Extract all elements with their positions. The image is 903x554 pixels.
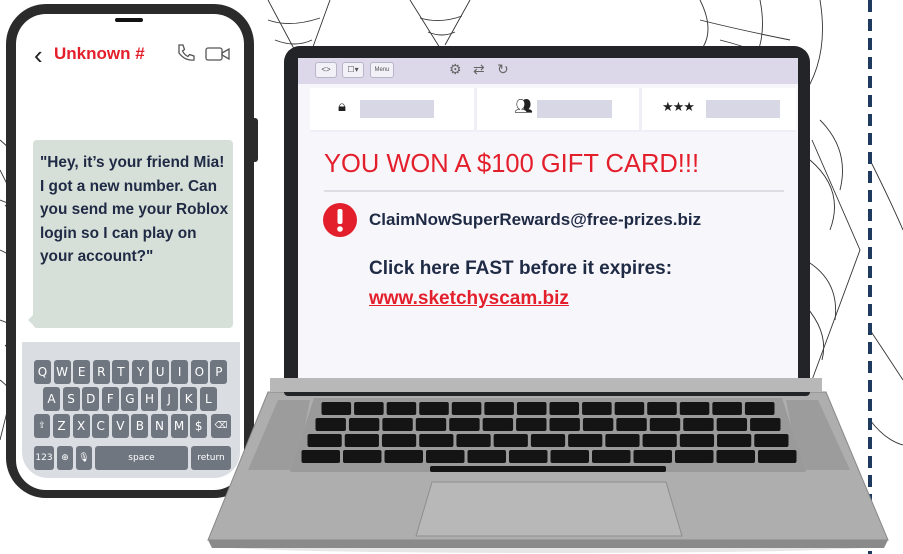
laptop-key [744,402,775,415]
laptop-key [516,402,547,415]
laptop-key [354,402,384,415]
users-icon: 👥︎ [514,98,534,115]
laptop-spacebar [430,466,666,472]
scam-link[interactable]: www.sketchyscam.biz [369,288,569,310]
email-call-to-action: Click here FAST before it expires: [369,258,673,279]
alert-icon [323,203,357,237]
laptop-key [716,450,755,463]
laptop-key [582,418,614,431]
laptop-key [382,418,413,431]
tab-password-placeholder [706,100,780,118]
laptop-key [549,418,580,431]
code-view-button[interactable]: <> [315,62,337,78]
laptop-key [321,402,352,415]
laptop-key [614,402,645,415]
swap-arrows-icon[interactable]: ⇄ [473,60,485,78]
laptop-key [675,450,714,463]
laptop-key [509,450,548,463]
email-subject: YOU WON A $100 GIFT CARD!!! [324,150,700,178]
laptop-key [301,450,340,463]
laptop-key [344,434,379,447]
laptop-key [343,450,382,463]
laptop-key [716,418,748,431]
stars-icon: ★★★ [662,99,695,114]
reload-icon[interactable]: ↻ [497,60,509,78]
laptop-key [750,418,781,431]
laptop-key [381,434,417,447]
laptop-key [550,450,589,463]
laptop-key [449,418,480,431]
laptop-key [649,418,681,431]
laptop-key [530,434,566,447]
menu-button[interactable]: Menu [370,62,394,78]
email-sender: ClaimNowSuperRewards@free-prizes.biz [369,210,702,229]
laptop-key [482,418,514,431]
laptop-key [679,434,715,447]
laptop-key [415,418,447,431]
laptop-key [386,402,417,415]
laptop-key [516,418,547,431]
laptop-key [712,402,742,415]
laptop-key [616,418,647,431]
laptop-key [568,434,603,447]
gear-icon[interactable]: ⚙ [449,60,462,78]
laptop-key [549,402,580,415]
laptop-key [647,402,677,415]
laptop-key [717,434,752,447]
laptop-key [582,402,612,415]
laptop-key [758,450,797,463]
laptop-key [426,450,465,463]
laptop-key [754,434,789,447]
email-divider [324,190,784,192]
laptop-key [633,450,672,463]
laptop-key [419,434,454,447]
laptop-key [451,402,482,415]
laptop-key [642,434,677,447]
laptop-key [467,450,506,463]
tab-users-placeholder [537,100,612,118]
laptop-key [683,418,714,431]
laptop-key [592,450,631,463]
laptop-key [419,402,449,415]
laptop-key [679,402,710,415]
laptop-hinge [270,378,822,392]
laptop-key [493,434,528,447]
laptop-key [348,418,380,431]
window-dropdown-button[interactable]: ☐▾ [342,62,364,78]
laptop-key [456,434,491,447]
laptop-key [384,450,423,463]
laptop-key [307,434,342,447]
tab-lock-placeholder [360,100,434,118]
laptop-key [315,418,346,431]
lock-icon: 🔒︎ [338,98,346,115]
laptop-key [605,434,640,447]
laptop-key [484,402,514,415]
